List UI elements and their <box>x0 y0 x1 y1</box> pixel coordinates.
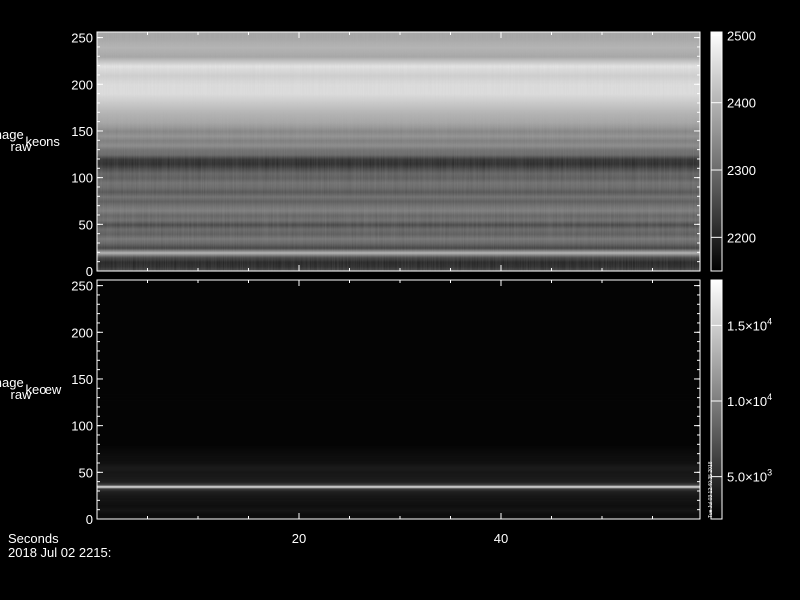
y-tick-label: 250 <box>71 31 93 46</box>
y-tick-label: 250 <box>71 279 93 294</box>
ew-ylabel-line: ew <box>45 382 62 397</box>
colorbar-tick-label: 2300 <box>727 163 756 178</box>
ns-colorbar-gradient <box>711 32 722 271</box>
ns-ylabel-line: keo <box>26 134 47 149</box>
x-tick-label: 20 <box>292 531 306 546</box>
y-tick-label: 50 <box>79 465 93 480</box>
x-tick-label: 40 <box>494 531 508 546</box>
y-tick-label: 50 <box>79 217 93 232</box>
date-label: 2018 Jul 02 2215: <box>8 545 111 560</box>
colorbar-tick-label: 2500 <box>727 28 756 43</box>
y-tick-label: 0 <box>86 512 93 527</box>
y-tick-label: 100 <box>71 171 93 186</box>
colorbar-tick-label: 1.5×104 <box>727 316 772 333</box>
ew-heatmap-image <box>97 280 700 520</box>
colorbar-tick-label: 5.0×103 <box>727 468 772 485</box>
y-tick-label: 200 <box>71 77 93 92</box>
y-tick-label: 200 <box>71 325 93 340</box>
keogram-figure: 050100150200250 image raw keo ns 2200230… <box>0 28 772 560</box>
colorbar-tick-label: 1.0×104 <box>727 392 772 409</box>
ew-ylabel-line: keo <box>26 382 47 397</box>
ew-colorbar: 5.0×103 1.0×104 1.5×104 Tue Jul 03 12:40:3… <box>708 279 772 520</box>
x-axis-title: Seconds <box>8 531 59 546</box>
ns-ylabel-line: ns <box>46 134 60 149</box>
y-tick-label: 100 <box>71 419 93 434</box>
colorbar-tick-label: 2400 <box>727 96 756 111</box>
ew-y-label: image raw keo ew <box>0 375 62 402</box>
colorbar-tick-label: 2200 <box>727 230 756 245</box>
ns-colorbar: 2200 2300 2400 2500 <box>710 28 756 272</box>
ew-colorbar-side-text: Tue Jul 03 12:40:35 2018 <box>708 461 714 518</box>
y-tick-label: 0 <box>86 264 93 279</box>
y-tick-label: 150 <box>71 124 93 139</box>
y-tick-label: 150 <box>71 372 93 387</box>
panel-ns: 0 50 100 150 200 250 image raw keo ns 2200 230… <box>0 28 756 279</box>
ns-noise-overlay <box>97 32 700 271</box>
ns-y-label: image raw keo ns <box>0 127 60 154</box>
